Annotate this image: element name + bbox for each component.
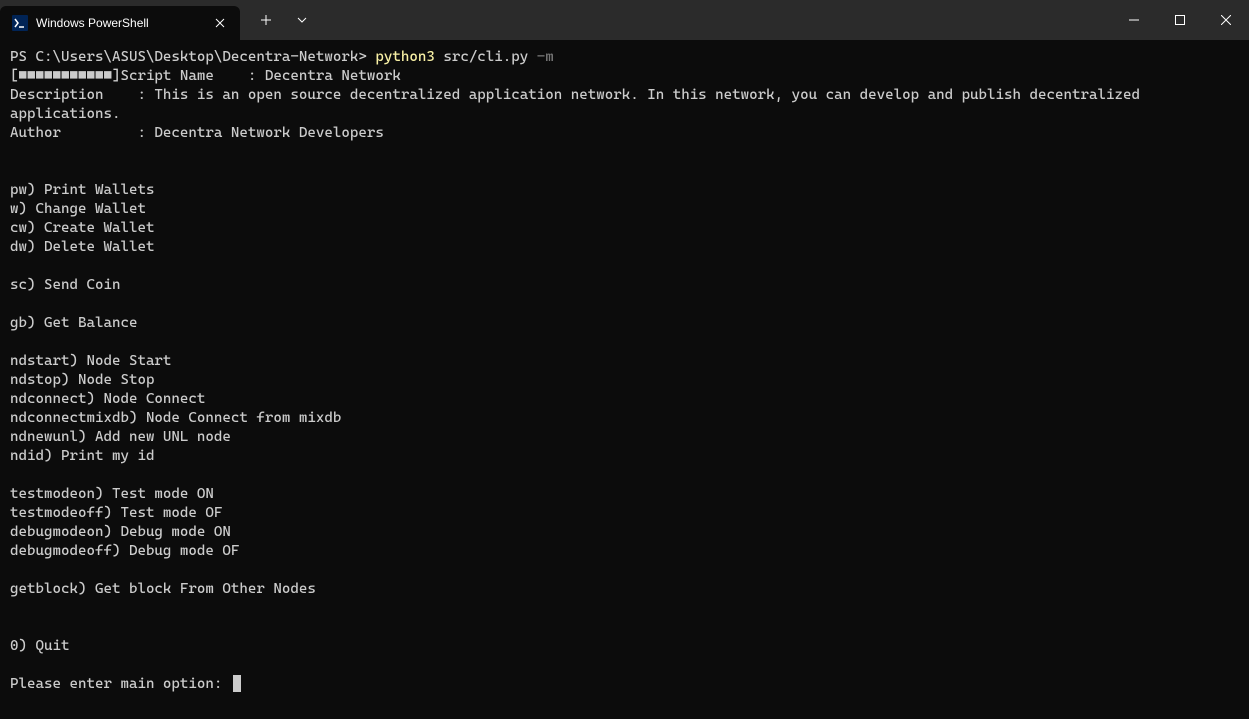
input-prompt: Please enter main option: — [10, 676, 231, 692]
output-author: Author : Decentra Network Developers — [10, 125, 384, 141]
tab-powershell[interactable]: Windows PowerShell — [0, 6, 240, 40]
menu-gb: gb) Get Balance — [10, 315, 137, 331]
command-flag: -m — [537, 49, 554, 65]
maximize-button[interactable] — [1157, 0, 1203, 40]
menu-ndstop: ndstop) Node Stop — [10, 372, 154, 388]
menu-debugmodeon: debugmodeon) Debug mode ON — [10, 524, 231, 540]
menu-pw: pw) Print Wallets — [10, 182, 154, 198]
tab-close-button[interactable] — [212, 15, 228, 31]
menu-quit: 0) Quit — [10, 638, 69, 654]
menu-ndconnectmixdb: ndconnectmixdb) Node Connect from mixdb — [10, 410, 341, 426]
menu-getblock: getblock) Get block From Other Nodes — [10, 581, 316, 597]
powershell-icon — [12, 15, 28, 31]
tab-dropdown-button[interactable] — [288, 6, 316, 34]
tab-title: Windows PowerShell — [36, 16, 204, 30]
menu-debugmodeoff: debugmodeoff) Debug mode OF — [10, 543, 239, 559]
terminal-content[interactable]: PS C:\Users\ASUS\Desktop\Decentra-Networ… — [0, 40, 1249, 702]
titlebar: Windows PowerShell — [0, 0, 1249, 40]
minimize-button[interactable] — [1111, 0, 1157, 40]
close-button[interactable] — [1203, 0, 1249, 40]
menu-w: w) Change Wallet — [10, 201, 146, 217]
menu-ndconnect: ndconnect) Node Connect — [10, 391, 205, 407]
menu-dw: dw) Delete Wallet — [10, 239, 154, 255]
cursor — [233, 675, 241, 692]
menu-testmodeon: testmodeon) Test mode ON — [10, 486, 214, 502]
command-python: python3 — [375, 49, 434, 65]
menu-ndstart: ndstart) Node Start — [10, 353, 171, 369]
menu-cw: cw) Create Wallet — [10, 220, 154, 236]
command-script: src/cli.py — [435, 49, 537, 65]
menu-ndnewunl: ndnewunl) Add new UNL node — [10, 429, 231, 445]
menu-testmodeoff: testmodeoff) Test mode OF — [10, 505, 222, 521]
output-header: [■■■■■■■■■■■]Script Name : Decentra Netw… — [10, 68, 401, 84]
window-controls — [1111, 0, 1249, 40]
menu-sc: sc) Send Coin — [10, 277, 120, 293]
output-description: Description : This is an open source dec… — [10, 87, 1148, 122]
prompt-path: PS C:\Users\ASUS\Desktop\Decentra-Networ… — [10, 49, 375, 65]
tabs-area: Windows PowerShell — [0, 0, 316, 40]
menu-ndid: ndid) Print my id — [10, 448, 154, 464]
new-tab-button[interactable] — [252, 6, 280, 34]
